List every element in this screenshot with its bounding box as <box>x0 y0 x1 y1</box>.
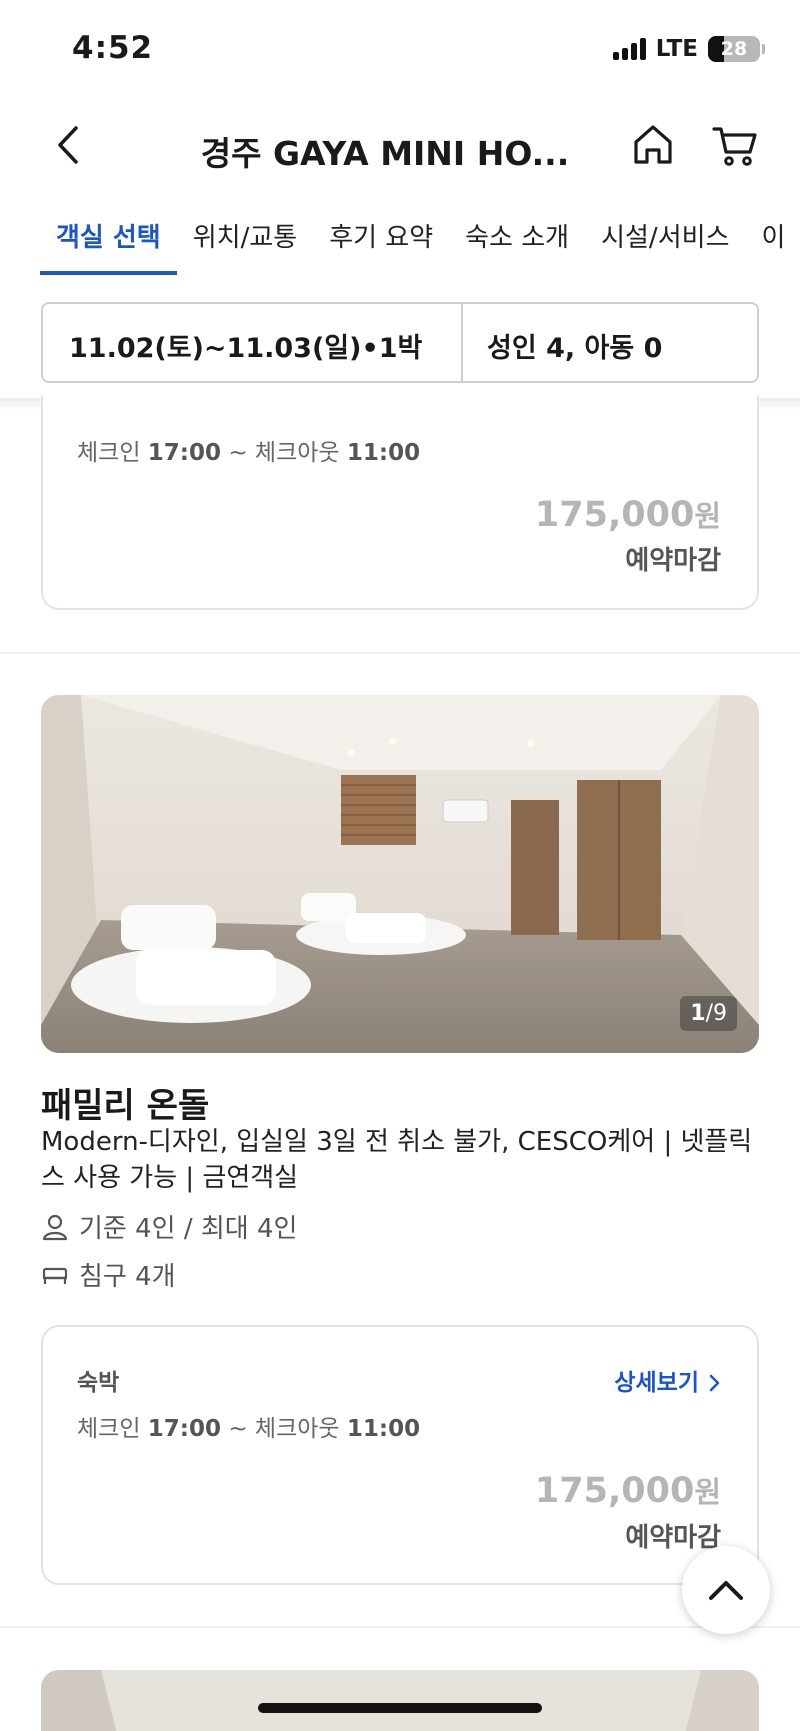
plan-type: 숙박 <box>77 1370 120 1396</box>
room-photo[interactable]: 1/9 <box>41 695 759 1053</box>
room-image <box>41 695 759 1053</box>
section-divider <box>0 652 800 654</box>
battery-icon: 28 <box>708 36 765 62</box>
rate-plan-card: 숙박 상세보기 체크인 17:00 ~ 체크아웃 11:00 175,000원 … <box>41 1325 759 1585</box>
photo-counter: 1/9 <box>680 996 737 1031</box>
tab-review-summary[interactable]: 후기 요약 <box>313 195 449 275</box>
section-tabs: 객실 선택 위치/교통 후기 요약 숙소 소개 시설/서비스 이 <box>0 195 800 275</box>
checkin-checkout-time: 체크인 17:00 ~ 체크아웃 11:00 <box>77 440 421 466</box>
cart-icon <box>712 127 757 166</box>
chevron-right-icon <box>709 1374 720 1392</box>
tab-room-select[interactable]: 객실 선택 <box>40 195 177 275</box>
tab-facilities[interactable]: 시설/서비스 <box>585 195 745 275</box>
home-icon <box>634 125 672 164</box>
battery-level: 28 <box>720 38 748 60</box>
person-icon <box>42 1214 68 1240</box>
home-button[interactable] <box>628 120 678 170</box>
guest-selector[interactable]: 성인 4, 아동 0 <box>463 304 757 381</box>
room-image <box>41 1670 759 1731</box>
scroll-to-top-button[interactable] <box>682 1546 770 1634</box>
network-label: LTE <box>655 36 698 62</box>
cart-button[interactable] <box>710 120 760 170</box>
capacity-text: 기준 4인 / 최대 4인 <box>79 1214 298 1244</box>
status-bar: 4:52 LTE 28 <box>0 0 800 100</box>
plan-price: 175,000원 <box>534 1471 721 1511</box>
booking-filter: 11.02(토)~11.03(일)•1박 성인 4, 아동 0 <box>41 302 759 383</box>
tab-location[interactable]: 위치/교통 <box>177 195 313 275</box>
chevron-left-icon <box>58 126 78 164</box>
view-details-link[interactable]: 상세보기 <box>614 1363 721 1397</box>
room-bedding: 침구 4개 <box>41 1256 176 1293</box>
sold-out-label: 예약마감 <box>625 546 721 576</box>
room-description: Modern-디자인, 입실일 3일 전 취소 불가, CESCO케어 | 넷플… <box>41 1127 753 1193</box>
signal-icon <box>612 38 646 60</box>
status-time: 4:52 <box>72 30 154 66</box>
rate-plan-card: 체크인 17:00 ~ 체크아웃 11:00 175,000원 예약마감 <box>41 395 759 610</box>
home-indicator <box>258 1703 542 1713</box>
section-divider <box>0 1626 800 1628</box>
room-name: 패밀리 온돌 <box>41 1086 210 1126</box>
room-capacity: 기준 4인 / 최대 4인 <box>41 1208 297 1245</box>
status-indicators: LTE 28 <box>612 36 765 62</box>
nav-bar: 경주 GAYA MINI HO... <box>0 100 800 195</box>
sold-out-label: 예약마감 <box>625 1523 721 1553</box>
tab-more[interactable]: 이 <box>745 195 800 275</box>
back-button[interactable] <box>48 120 92 170</box>
chevron-up-icon <box>709 1581 743 1600</box>
plan-price: 175,000원 <box>534 495 721 535</box>
bedding-text: 침구 4개 <box>79 1262 176 1292</box>
next-room-photo[interactable] <box>41 1670 759 1731</box>
bed-icon <box>42 1267 68 1284</box>
page-title: 경주 GAYA MINI HO... <box>200 134 570 173</box>
checkin-checkout-time: 체크인 17:00 ~ 체크아웃 11:00 <box>77 1416 421 1442</box>
tab-property-intro[interactable]: 숙소 소개 <box>449 195 585 275</box>
date-selector[interactable]: 11.02(토)~11.03(일)•1박 <box>43 304 463 381</box>
